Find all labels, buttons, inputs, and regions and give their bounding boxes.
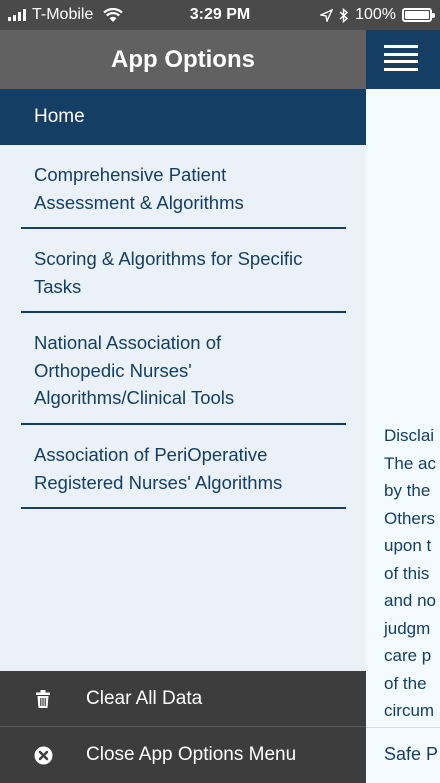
- clear-all-data-button[interactable]: Clear All Data: [0, 671, 366, 727]
- background-page: Disclai The ac by the Others upon t of t…: [366, 30, 440, 783]
- menu-item-label-line: Comprehensive Patient: [34, 164, 227, 185]
- menu-item-comprehensive-assessment[interactable]: Comprehensive Patient Assessment & Algor…: [21, 145, 346, 229]
- disclaimer-line: judgm: [384, 618, 431, 638]
- app-options-drawer: App Options Home Comprehensive Patient A…: [0, 30, 366, 783]
- disclaimer-line: Others: [384, 508, 436, 528]
- close-app-options-label: Close App Options Menu: [86, 744, 297, 765]
- disclaimer-text: Disclai The ac by the Others upon t of t…: [384, 422, 440, 725]
- clear-all-data-label: Clear All Data: [86, 687, 203, 709]
- battery-percent: 100%: [355, 6, 396, 23]
- close-circle-icon: [0, 746, 86, 765]
- hamburger-menu-icon[interactable]: [384, 45, 418, 71]
- menu-item-perioperative-nurses[interactable]: Association of PeriOperative Registered …: [21, 425, 346, 509]
- menu-item-orthopedic-nurses[interactable]: National Association of Orthopedic Nurse…: [21, 313, 346, 425]
- menu-item-scoring-algorithms[interactable]: Scoring & Algorithms for Specific Tasks: [21, 229, 346, 313]
- menu-item-label-line: Registered Nurses' Algorithms: [34, 471, 283, 493]
- disclaimer-line: circum: [384, 701, 435, 720]
- background-footer[interactable]: Safe P: [366, 727, 440, 783]
- disclaimer-line: of the: [384, 673, 427, 693]
- trash-icon: [0, 689, 86, 708]
- disclaimer-line: care p: [384, 646, 432, 665]
- drawer-title: App Options: [0, 30, 366, 89]
- background-footer-label: Safe P: [384, 744, 439, 764]
- disclaimer-line: and no: [384, 591, 436, 610]
- menu-item-label-line: Algorithms/Clinical Tools: [34, 387, 235, 408]
- status-right: 100%: [320, 0, 435, 30]
- menu-list: Comprehensive Patient Assessment & Algor…: [0, 145, 366, 509]
- close-app-options-button[interactable]: Close App Options Menu: [0, 727, 366, 783]
- disclaimer-line: Disclai: [384, 426, 435, 445]
- menu-item-label-line: Assessment & Algorithms: [34, 191, 244, 213]
- disclaimer-line: of this: [384, 563, 430, 583]
- background-header: [366, 30, 440, 89]
- menu-item-label-line: National Association of: [34, 332, 222, 353]
- disclaimer-line: upon t: [384, 536, 432, 555]
- menu-item-label-line: Association of PeriOperative: [34, 444, 268, 465]
- battery-icon: [402, 8, 435, 22]
- disclaimer-line: The ac: [384, 453, 436, 473]
- disclaimer-line: by the: [384, 481, 431, 500]
- menu-item-label-line: Tasks: [34, 275, 82, 297]
- bluetooth-icon: [339, 7, 349, 23]
- menu-item-home[interactable]: Home: [0, 89, 366, 145]
- location-arrow-icon: [320, 8, 334, 22]
- status-bar: T-Mobile 3:29 PM 100%: [0, 0, 440, 30]
- menu-item-home-label: Home: [34, 106, 85, 127]
- menu-item-label-line: Scoring & Algorithms for Specific: [34, 248, 303, 269]
- menu-item-label-line: Orthopedic Nurses': [34, 359, 192, 381]
